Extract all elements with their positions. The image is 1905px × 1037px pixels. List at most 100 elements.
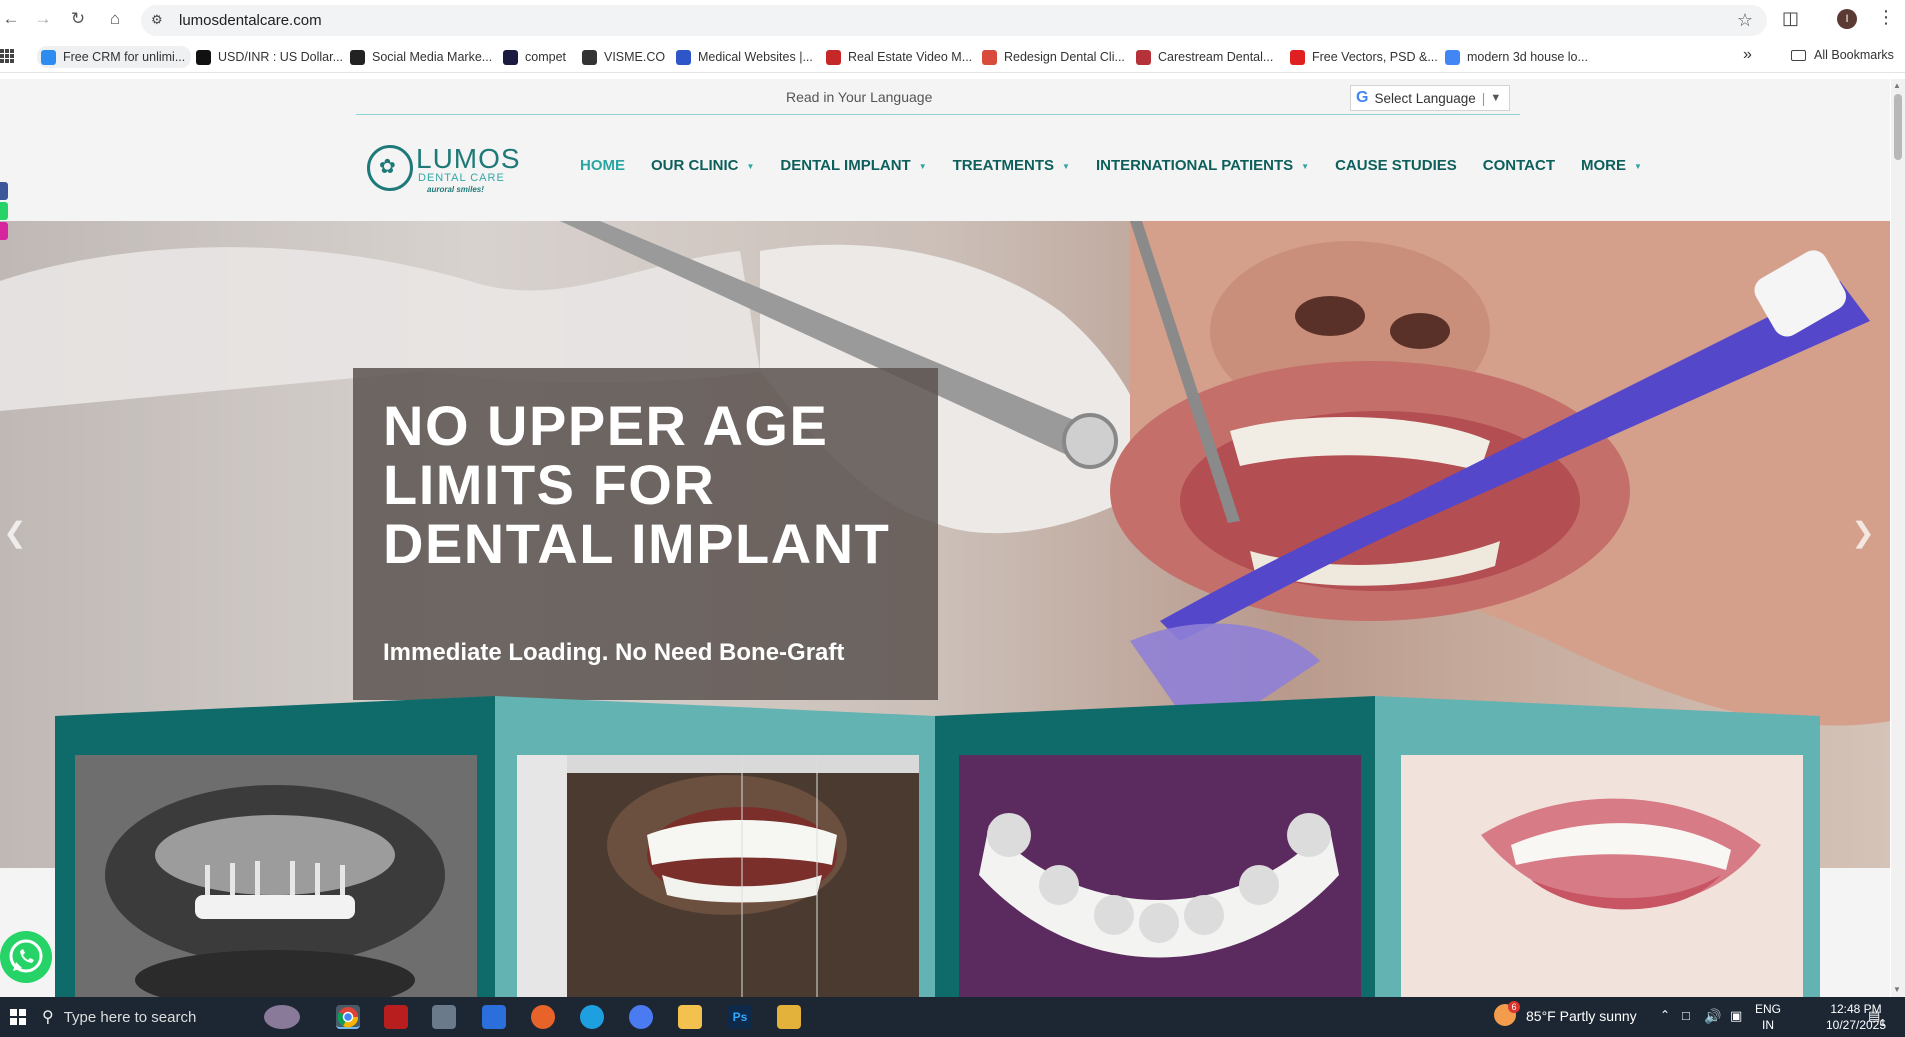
language-select-label: Select Language: [1374, 90, 1476, 106]
app-tools-icon[interactable]: [777, 1005, 801, 1029]
crm-icon: [41, 49, 56, 65]
slider-next-arrow-icon[interactable]: ❯: [1848, 508, 1878, 558]
language-select[interactable]: G Select Language | ▼: [1350, 85, 1510, 111]
card-smile-design-image[interactable]: [517, 755, 919, 997]
app-gray-icon[interactable]: [432, 1005, 456, 1029]
browser-toolbar: ← → ↻ ⌂ ⚙ lumosdentalcare.com ☆ ◫ I ⋮: [0, 0, 1905, 38]
network-icon[interactable]: ▣: [1730, 1008, 1742, 1024]
compet-icon: [503, 49, 518, 65]
site-info-icon[interactable]: ⚙: [151, 12, 163, 28]
bookmark-item[interactable]: Redesign Dental Cli...: [982, 46, 1125, 68]
nav-item-label: TREATMENTS: [952, 157, 1055, 174]
nav-item-contact[interactable]: CONTACT: [1483, 157, 1555, 174]
back-arrow-icon[interactable]: ←: [0, 8, 22, 30]
notifications-icon[interactable]: ▤: [1868, 1008, 1880, 1024]
photoshop-icon[interactable]: Ps: [728, 1005, 752, 1029]
bookmark-item[interactable]: compet: [503, 46, 566, 68]
bookmark-item[interactable]: Carestream Dental...: [1136, 46, 1273, 68]
file-explorer-icon[interactable]: [678, 1005, 702, 1029]
instagram-icon[interactable]: [0, 222, 8, 240]
main-navigation: HOME OUR CLINIC ▼ DENTAL IMPLANT ▼ TREATMENTS…: [580, 157, 1668, 174]
scroll-up-arrow-icon[interactable]: ▲: [1893, 81, 1901, 90]
bookmark-item[interactable]: Real Estate Video M...: [826, 46, 972, 68]
facebook-icon[interactable]: [0, 182, 8, 200]
separator: |: [1481, 90, 1486, 106]
bookmark-item[interactable]: VISME.CO: [582, 46, 665, 68]
bookmark-label: VISME.CO: [604, 50, 666, 64]
tooth-icon: ✿: [379, 156, 396, 178]
copilot-icon[interactable]: [629, 1005, 653, 1029]
nav-item-dental-implant[interactable]: DENTAL IMPLANT ▼: [780, 157, 926, 174]
scroll-down-arrow-icon[interactable]: ▼: [1893, 985, 1901, 994]
firefox-icon[interactable]: [531, 1005, 555, 1029]
nav-item-label: HOME: [580, 157, 625, 174]
card-smile-image[interactable]: [1401, 755, 1803, 997]
input-region[interactable]: IN: [1762, 1018, 1774, 1032]
bookmark-label: Redesign Dental Cli...: [1004, 50, 1125, 64]
chrome-icon[interactable]: [336, 1005, 360, 1029]
bookmark-item[interactable]: Free CRM for unlimi...: [37, 46, 192, 68]
bookmark-item[interactable]: Medical Websites |...: [676, 46, 813, 68]
meet-now-icon[interactable]: □: [1682, 1008, 1690, 1023]
forward-arrow-icon[interactable]: →: [32, 8, 54, 30]
apps-grid-icon[interactable]: [0, 49, 14, 63]
nav-item-label: CONTACT: [1482, 157, 1555, 174]
card-xray-image[interactable]: [75, 755, 477, 997]
site-logo[interactable]: ✿ LUMOS DENTAL CARE auroral smiles!: [367, 143, 520, 195]
all-bookmarks-button[interactable]: All Bookmarks: [1791, 48, 1894, 62]
nav-item-label: OUR CLINIC: [651, 157, 739, 174]
extensions-icon[interactable]: ◫: [1782, 8, 1799, 29]
input-language[interactable]: ENG: [1755, 1002, 1781, 1016]
profile-avatar[interactable]: I: [1837, 9, 1857, 29]
nav-item-our-clinic[interactable]: OUR CLINIC ▼: [651, 157, 754, 174]
nav-item-label: INTERNATIONAL PATIENTS: [1095, 157, 1294, 174]
logo-tagline: auroral smiles!: [427, 185, 484, 194]
scroll-thumb[interactable]: [1894, 94, 1902, 160]
language-bar: Read in Your Language G Select Language …: [356, 79, 1520, 115]
dropdown-caret-icon: ▼: [918, 161, 927, 171]
more-bookmarks-chevron-icon[interactable]: »: [1743, 46, 1752, 64]
nav-item-cause-studies[interactable]: CAUSE STUDIES: [1335, 157, 1457, 174]
hero-title: NO UPPER AGE LIMITS FOR DENTAL IMPLANT: [383, 394, 891, 575]
dropdown-caret-icon: ▼: [1301, 161, 1310, 171]
bookmark-item[interactable]: modern 3d house lo...: [1445, 46, 1588, 68]
app-multicolor-icon[interactable]: [482, 1005, 506, 1029]
bookmark-item[interactable]: Social Media Marke...: [350, 46, 492, 68]
bookmark-item[interactable]: Free Vectors, PSD &...: [1290, 46, 1438, 68]
menu-kebab-icon[interactable]: ⋮: [1877, 7, 1895, 28]
whatsapp-side-icon[interactable]: [0, 202, 8, 220]
nav-item-international-patients[interactable]: INTERNATIONAL PATIENTS ▼: [1096, 157, 1309, 174]
url-text[interactable]: lumosdentalcare.com: [179, 12, 322, 29]
bookmark-label: Social Media Marke...: [372, 50, 493, 64]
feature-cards: [55, 696, 1820, 997]
read-language-text: Read in Your Language: [786, 89, 933, 105]
bookmark-label: compet: [525, 50, 566, 64]
volume-icon[interactable]: 🔊: [1704, 1008, 1721, 1025]
freepik-icon: [1290, 49, 1305, 65]
weather-text[interactable]: 85°F Partly sunny: [1526, 1008, 1637, 1024]
google-g-icon: G: [1356, 89, 1369, 106]
reload-icon[interactable]: ↻: [67, 8, 89, 30]
nav-item-treatments[interactable]: TREATMENTS ▼: [953, 157, 1070, 174]
bookmark-item[interactable]: USD/INR : US Dollar...: [196, 46, 343, 68]
whatsapp-icon: [9, 939, 43, 973]
whatsapp-chat-button[interactable]: [0, 931, 52, 983]
cortana-mascot-icon[interactable]: [264, 1005, 300, 1029]
windows-start-icon[interactable]: [10, 1009, 26, 1025]
logo-subtitle: DENTAL CARE: [418, 172, 505, 184]
app-red-icon[interactable]: [384, 1005, 408, 1029]
edge-icon[interactable]: [580, 1005, 604, 1029]
show-hidden-icons-chevron-icon[interactable]: ⌃: [1660, 1008, 1670, 1022]
taskbar-search-placeholder: Type here to search: [63, 1008, 197, 1026]
address-bar[interactable]: ⚙ lumosdentalcare.com ☆: [141, 5, 1767, 36]
bookmark-label: USD/INR : US Dollar...: [218, 50, 344, 64]
weather-badge: 6: [1508, 1001, 1520, 1013]
db-icon: [350, 49, 365, 65]
slider-prev-arrow-icon[interactable]: ❮: [0, 508, 30, 558]
card-crowns-image[interactable]: [959, 755, 1361, 997]
home-icon[interactable]: ⌂: [104, 8, 126, 30]
bookmark-star-icon[interactable]: ☆: [1737, 10, 1753, 31]
nav-item-more[interactable]: MORE ▼: [1581, 157, 1642, 174]
page-scrollbar[interactable]: ▲ ▼: [1891, 79, 1905, 997]
nav-item-home[interactable]: HOME: [580, 157, 625, 174]
